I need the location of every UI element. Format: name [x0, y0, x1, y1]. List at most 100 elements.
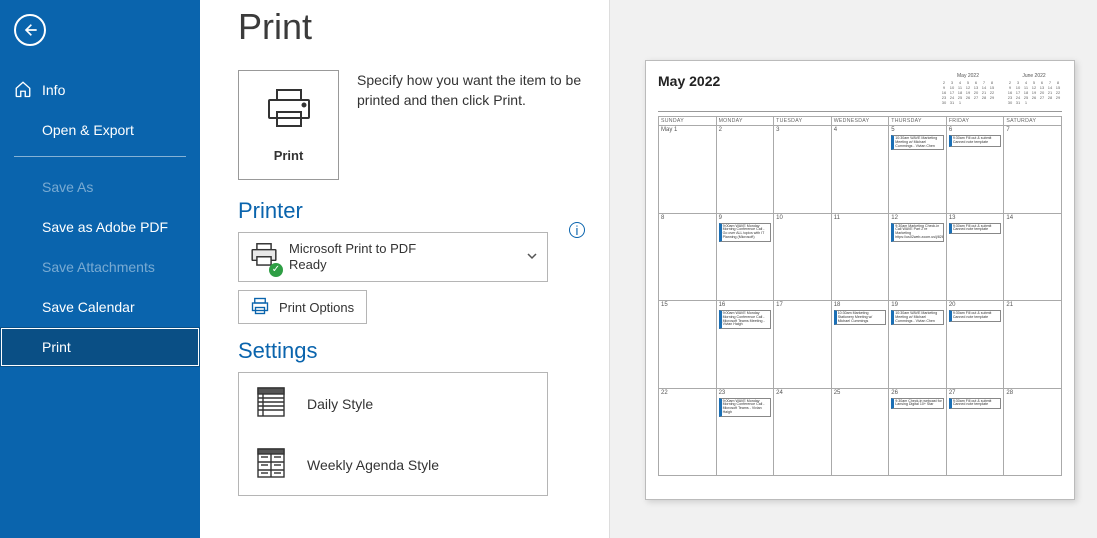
calendar-cell: 24: [774, 388, 832, 476]
check-icon: ✓: [269, 263, 283, 277]
calendar-cell: 11: [831, 213, 889, 301]
calendar-cell: May 1: [659, 126, 717, 214]
sidebar-item-label: Save As: [42, 179, 93, 195]
mini-cal-grid: 2345678910111213141516171819202122232425…: [1006, 80, 1062, 105]
calendar-event: 10:30am WAVE Marketing Meeting w/ Michae…: [891, 310, 944, 325]
sidebar-item-label: Save Attachments: [42, 259, 155, 275]
calendar-event: 9:30am Fill out & submit Canned note tem…: [949, 398, 1002, 410]
calendar-cell: 1810:30am Marketing Stationery Meeting w…: [831, 301, 889, 389]
sidebar-item-label: Print: [42, 339, 71, 355]
sidebar-item-save-as: Save As: [0, 167, 200, 207]
weekday-header: FRIDAY: [946, 117, 1004, 126]
weekday-header: TUESDAY: [774, 117, 832, 126]
print-options-label: Print Options: [279, 300, 354, 315]
weekday-header: SUNDAY: [659, 117, 717, 126]
mini-calendars: May 2022 2345678910111213141516171819202…: [940, 73, 1062, 105]
preview-calendar-grid: SUNDAYMONDAYTUESDAYWEDNESDAYTHURSDAYFRID…: [658, 116, 1062, 476]
style-daily[interactable]: Daily Style: [239, 373, 547, 434]
calendar-cell: 8: [659, 213, 717, 301]
calendar-cell: 1910:30am WAVE Marketing Meeting w/ Mich…: [889, 301, 947, 389]
calendar-cell: 4: [831, 126, 889, 214]
sidebar-item-label: Save Calendar: [42, 299, 135, 315]
calendar-cell: 139:30am Fill out & submit Canned note t…: [946, 213, 1004, 301]
calendar-cell: 14: [1004, 213, 1062, 301]
print-button-label: Print: [274, 148, 304, 163]
mini-cal-next: June 2022 234567891011121314151617181920…: [1006, 73, 1062, 105]
weekday-header: WEDNESDAY: [831, 117, 889, 126]
preview-page: May 2022 May 2022 2345678910111213141516…: [645, 60, 1075, 500]
printer-section-title: Printer: [238, 198, 587, 224]
printer-name: Microsoft Print to PDF: [289, 241, 416, 257]
calendar-cell: 279:30am Fill out & submit Canned note t…: [946, 388, 1004, 476]
calendar-event: 9:30am Fill out & submit Canned note tem…: [949, 223, 1002, 235]
sidebar-item-save-adobe-pdf[interactable]: Save as Adobe PDF: [0, 207, 200, 247]
calendar-cell: 69:30am Fill out & submit Canned note te…: [946, 126, 1004, 214]
calendar-event: 10:30am Marketing Stationery Meeting w/ …: [834, 310, 887, 325]
back-button[interactable]: [14, 14, 46, 46]
weekly-agenda-icon: [257, 448, 285, 481]
printer-status: Ready: [289, 257, 416, 273]
sidebar-item-save-calendar[interactable]: Save Calendar: [0, 287, 200, 327]
calendar-event: 9:30am Fill out & submit Canned note tem…: [949, 310, 1002, 322]
calendar-cell: 15: [659, 301, 717, 389]
print-description: Specify how you want the item to be prin…: [357, 70, 587, 180]
sidebar-item-label: Save as Adobe PDF: [42, 219, 168, 235]
calendar-event: 9:30am Marketing Check-in Call WAVE Part…: [891, 223, 944, 242]
sidebar-separator: [14, 156, 186, 157]
sidebar-item-save-attachments: Save Attachments: [0, 247, 200, 287]
print-options-icon: [251, 297, 269, 318]
weekday-header: THURSDAY: [889, 117, 947, 126]
calendar-event: 10:30am WAVE Marketing Meeting w/ Michae…: [891, 135, 944, 150]
settings-section-title: Settings: [238, 338, 587, 364]
weekday-header: MONDAY: [716, 117, 774, 126]
calendar-cell: 22: [659, 388, 717, 476]
printer-status-icon: ✓: [249, 242, 279, 273]
daily-style-icon: [257, 387, 285, 420]
sidebar-item-label: Open & Export: [42, 122, 134, 138]
preview-month-title: May 2022: [658, 73, 720, 89]
home-icon: [14, 80, 32, 101]
sidebar-item-label: Info: [42, 82, 65, 98]
sidebar-item-print[interactable]: Print: [0, 327, 200, 367]
style-weekly-agenda[interactable]: Weekly Agenda Style: [239, 434, 547, 495]
calendar-cell: 7: [1004, 126, 1062, 214]
calendar-cell: 10: [774, 213, 832, 301]
calendar-cell: 269:30am Check-in webcast for Lansing Di…: [889, 388, 947, 476]
mini-cal-current: May 2022 2345678910111213141516171819202…: [940, 73, 996, 105]
calendar-cell: 25: [831, 388, 889, 476]
print-options-button[interactable]: Print Options: [238, 290, 367, 324]
calendar-cell: 99:00am WAVE Monday Morning Conference C…: [716, 213, 774, 301]
print-preview: May 2022 May 2022 2345678910111213141516…: [610, 0, 1097, 538]
backstage-sidebar: Info Open & Export Save As Save as Adobe…: [0, 0, 200, 538]
mini-cal-grid: 2345678910111213141516171819202122232425…: [940, 80, 996, 105]
info-icon[interactable]: i: [569, 222, 585, 238]
calendar-event: 9:00am WAVE Monday Morning Conference Ca…: [719, 398, 772, 417]
settings-styles-list: Daily Style Weekly Agenda Style: [238, 372, 548, 496]
calendar-cell: 510:30am WAVE Marketing Meeting w/ Micha…: [889, 126, 947, 214]
page-title: Print: [238, 6, 587, 48]
calendar-event: 9:00am WAVE Monday Morning Conference Ca…: [719, 310, 772, 329]
calendar-cell: 169:00am WAVE Monday Morning Conference …: [716, 301, 774, 389]
weekday-header: SATURDAY: [1004, 117, 1062, 126]
sidebar-item-info[interactable]: Info: [0, 70, 200, 110]
printer-icon: [265, 87, 313, 136]
calendar-cell: 209:30am Fill out & submit Canned note t…: [946, 301, 1004, 389]
calendar-cell: 2: [716, 126, 774, 214]
print-settings-column: Print Print Specify how you want the ite…: [200, 0, 610, 538]
print-button[interactable]: Print: [238, 70, 339, 180]
calendar-cell: 3: [774, 126, 832, 214]
calendar-cell: 28: [1004, 388, 1062, 476]
main-area: Print Print Specify how you want the ite…: [200, 0, 1097, 538]
printer-dropdown[interactable]: ✓ Microsoft Print to PDF Ready: [238, 232, 548, 282]
style-label: Weekly Agenda Style: [307, 457, 439, 473]
calendar-event: 9:30am Fill out & submit Canned note tem…: [949, 135, 1002, 147]
sidebar-item-open-export[interactable]: Open & Export: [0, 110, 200, 150]
chevron-down-icon: [527, 248, 537, 266]
calendar-event: 9:30am Check-in webcast for Lansing Digi…: [891, 398, 944, 410]
calendar-cell: 17: [774, 301, 832, 389]
calendar-event: 9:00am WAVE Monday Morning Conference Ca…: [719, 223, 772, 242]
calendar-cell: 239:00am WAVE Monday Morning Conference …: [716, 388, 774, 476]
calendar-cell: 129:30am Marketing Check-in Call WAVE Pa…: [889, 213, 947, 301]
calendar-cell: 21: [1004, 301, 1062, 389]
style-label: Daily Style: [307, 396, 373, 412]
